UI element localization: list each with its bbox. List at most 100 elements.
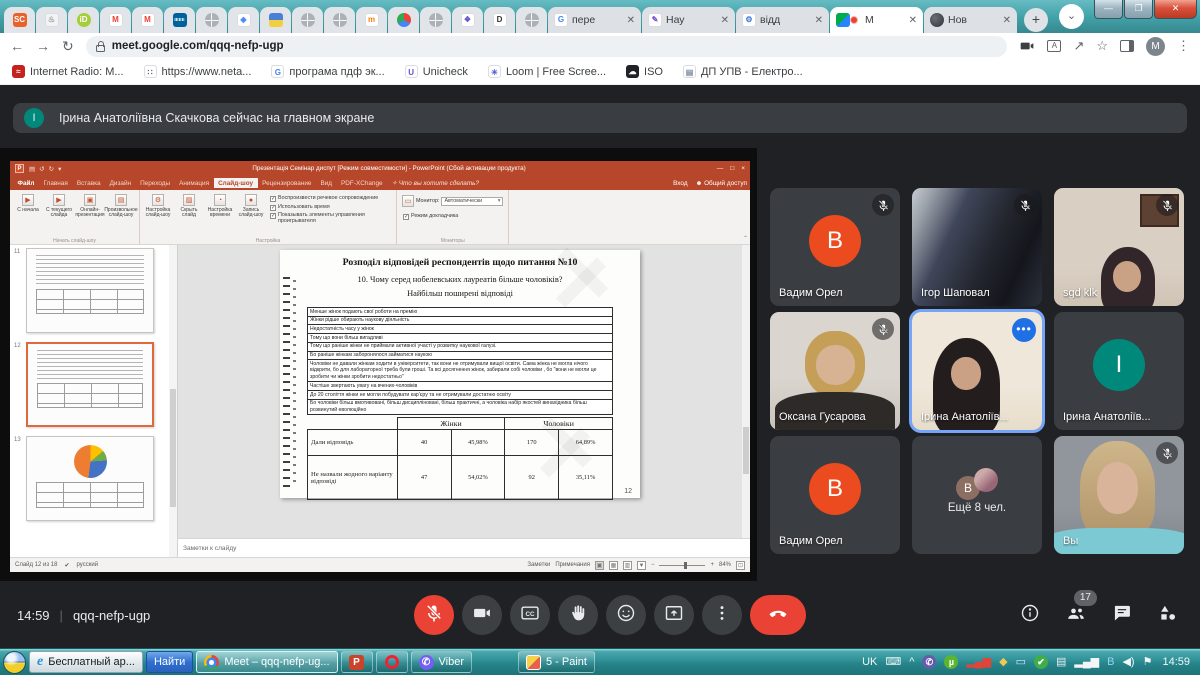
chat-button[interactable]	[1112, 603, 1132, 628]
end-call-button[interactable]	[750, 595, 806, 635]
start-button[interactable]	[3, 651, 26, 674]
share-icon[interactable]: ↗	[1073, 38, 1084, 54]
slide-thumbnail-11[interactable]: 11	[26, 248, 161, 333]
mic-off-button[interactable]	[414, 595, 454, 635]
pinned-tab-globe-3[interactable]	[324, 7, 355, 33]
ribbon-collapse-icon[interactable]: ⌃	[743, 235, 748, 242]
tab-3[interactable]: M ✕	[830, 7, 923, 33]
tab-4[interactable]: Нов ✕	[924, 7, 1017, 33]
checkbox[interactable]: ✓	[403, 214, 409, 220]
ribbon-button[interactable]: ▤ Произвольное слайд-шоу	[106, 192, 136, 236]
participant-tile[interactable]: Ігор Шаповал	[912, 188, 1042, 306]
participant-tile[interactable]: ВВадим Орел	[770, 436, 900, 554]
ribbon-tab-Переходы[interactable]: Переходы	[136, 178, 175, 188]
ribbon-tab-PDF-XChange[interactable]: PDF-XChange	[337, 178, 388, 188]
monitor-dropdown[interactable]: Автоматически▾	[441, 197, 503, 206]
share-button[interactable]: ☻ Общий доступ	[696, 180, 747, 187]
ribbon-button[interactable]: ▶ С начала	[13, 192, 43, 236]
checkbox[interactable]: ✓	[270, 213, 276, 219]
people-button[interactable]: 17	[1066, 603, 1086, 628]
checkbox[interactable]: ✓	[270, 196, 276, 202]
tab-2[interactable]: ⚙ відд ✕	[736, 7, 829, 33]
tell-me-box[interactable]: ✧ Что вы хотите сделать?	[387, 178, 484, 189]
ribbon-tab-Вид[interactable]: Вид	[316, 178, 337, 188]
reactions-button[interactable]	[606, 595, 646, 635]
language-indicator[interactable]: UK	[862, 656, 877, 668]
qat-icon-3[interactable]: ▾	[58, 165, 61, 173]
pinned-tab-globe-4[interactable]	[420, 7, 451, 33]
qat-icon-2[interactable]: ↻	[49, 165, 54, 173]
comments-toggle[interactable]: Примечания	[555, 562, 590, 568]
captions-button[interactable]: CC	[510, 595, 550, 635]
slide-thumbnail-13[interactable]: 13	[26, 436, 161, 521]
pinned-tab-gmail-1[interactable]: M	[100, 7, 131, 33]
tab-close-icon[interactable]: ✕	[627, 15, 635, 26]
bookmark-netacad[interactable]: ∷https://www.neta...	[144, 65, 252, 78]
bookmark-dp-upv[interactable]: ▤ДП УПВ - Електро...	[683, 65, 803, 78]
pinned-tab-d-letter[interactable]: D	[484, 7, 515, 33]
translate-icon[interactable]: A	[1047, 40, 1061, 52]
participant-tile[interactable]: Оксана Гусарова	[770, 312, 900, 430]
tab-close-icon[interactable]: ✕	[909, 15, 917, 26]
taskbar-button-viber[interactable]: ✆Viber	[411, 651, 472, 673]
tray-safety-check-icon[interactable]: ✔	[1034, 655, 1048, 669]
minimize-button[interactable]: —	[1094, 0, 1123, 19]
tray-signal-red-icon[interactable]: ▂▄▆	[966, 657, 991, 668]
back-icon[interactable]: ←	[10, 38, 24, 54]
ribbon-button[interactable]: ▣ Онлайн-презентация	[75, 192, 105, 236]
tab-search-chevron-icon[interactable]: ⌄	[1059, 4, 1084, 29]
tray-volume-icon[interactable]: ◀)	[1122, 657, 1134, 668]
pinned-tab-ukraine-flag[interactable]	[260, 7, 291, 33]
participant-tile[interactable]: ВВадим Орел	[770, 188, 900, 306]
qat-icon-0[interactable]: ▤	[29, 165, 35, 173]
side-panel-icon[interactable]	[1120, 40, 1134, 52]
powerpoint-window-controls[interactable]: —□×	[717, 165, 745, 172]
bookmark-internet-radio[interactable]: ≈Internet Radio: M...	[12, 65, 124, 78]
tab-close-icon[interactable]: ✕	[721, 15, 729, 26]
notes-toggle[interactable]: Заметки	[527, 562, 550, 568]
ribbon-tab-Слайд-шоу[interactable]: Слайд-шоу	[214, 178, 258, 188]
pinned-tab-gmail-2[interactable]: M	[132, 7, 163, 33]
pinned-tab-globe-5[interactable]	[516, 7, 547, 33]
reading-view-icon[interactable]: ▥	[623, 561, 632, 570]
checkbox-option[interactable]: ✓ Воспроизвести речевое сопровождение	[270, 196, 390, 202]
normal-view-icon[interactable]: ▣	[595, 561, 604, 570]
fit-slide-icon[interactable]: ⊡	[736, 561, 745, 570]
tile-menu-icon[interactable]: •••	[1012, 318, 1036, 342]
zoom-level[interactable]: 84%	[719, 562, 731, 568]
pinned-tab-ieee[interactable]: IEEE	[164, 7, 195, 33]
taskbar-button-internet-explorer[interactable]: eБесплатный ар...	[29, 651, 143, 673]
ribbon-tab-Файл[interactable]: Файл	[13, 178, 39, 188]
tab-close-icon[interactable]: ✕	[815, 15, 823, 26]
pinned-tab-globe-1[interactable]	[196, 7, 227, 33]
tray-network-icon[interactable]: ▂▄▆	[1074, 657, 1099, 668]
participant-tile[interactable]: Вы	[1054, 436, 1184, 554]
ribbon-tab-Дизайн[interactable]: Дизайн	[105, 178, 135, 188]
notes-pane[interactable]: Заметки к слайду	[178, 538, 750, 557]
checkbox-option[interactable]: ✓ Режим докладчика	[403, 214, 502, 220]
participant-tile[interactable]: Ірина Анатоліїв...•••	[912, 312, 1042, 430]
ppt-window-button-0[interactable]: —	[717, 165, 724, 172]
tray-utorrent-icon[interactable]: µ	[944, 655, 958, 669]
taskbar-clock[interactable]: 14:59	[1162, 656, 1190, 668]
info-button[interactable]	[1020, 603, 1040, 628]
bookmark-star-icon[interactable]: ☆	[1096, 38, 1108, 54]
present-button[interactable]	[654, 595, 694, 635]
ppt-window-button-1[interactable]: □	[730, 165, 734, 172]
pinned-tab-scopus[interactable]: SC	[4, 7, 35, 33]
zoom-in-icon[interactable]: +	[710, 562, 714, 568]
tray-bluetooth-icon[interactable]: B	[1107, 657, 1114, 668]
pinned-tab-orcid[interactable]: iD	[68, 7, 99, 33]
zoom-slider[interactable]	[659, 565, 705, 566]
tray-antivirus-icon[interactable]: ◆	[999, 657, 1007, 668]
address-bar[interactable]: meet.google.com/qqq-nefp-ugp	[86, 36, 1008, 57]
bookmark-iso[interactable]: ☁ISO	[626, 65, 663, 78]
language-indicator[interactable]: русский	[77, 562, 99, 568]
activities-button[interactable]	[1158, 603, 1178, 628]
tab-close-icon[interactable]: ✕	[1003, 15, 1011, 26]
tray-action-flag-icon[interactable]: ⚑	[1143, 657, 1153, 668]
taskbar-button-powerpoint[interactable]: P	[341, 651, 373, 673]
pinned-tab-bird[interactable]: ❖	[452, 7, 483, 33]
more-options-button[interactable]	[702, 595, 742, 635]
ribbon-button[interactable]: ⚙ Настройка слайд-шоу	[143, 192, 173, 236]
